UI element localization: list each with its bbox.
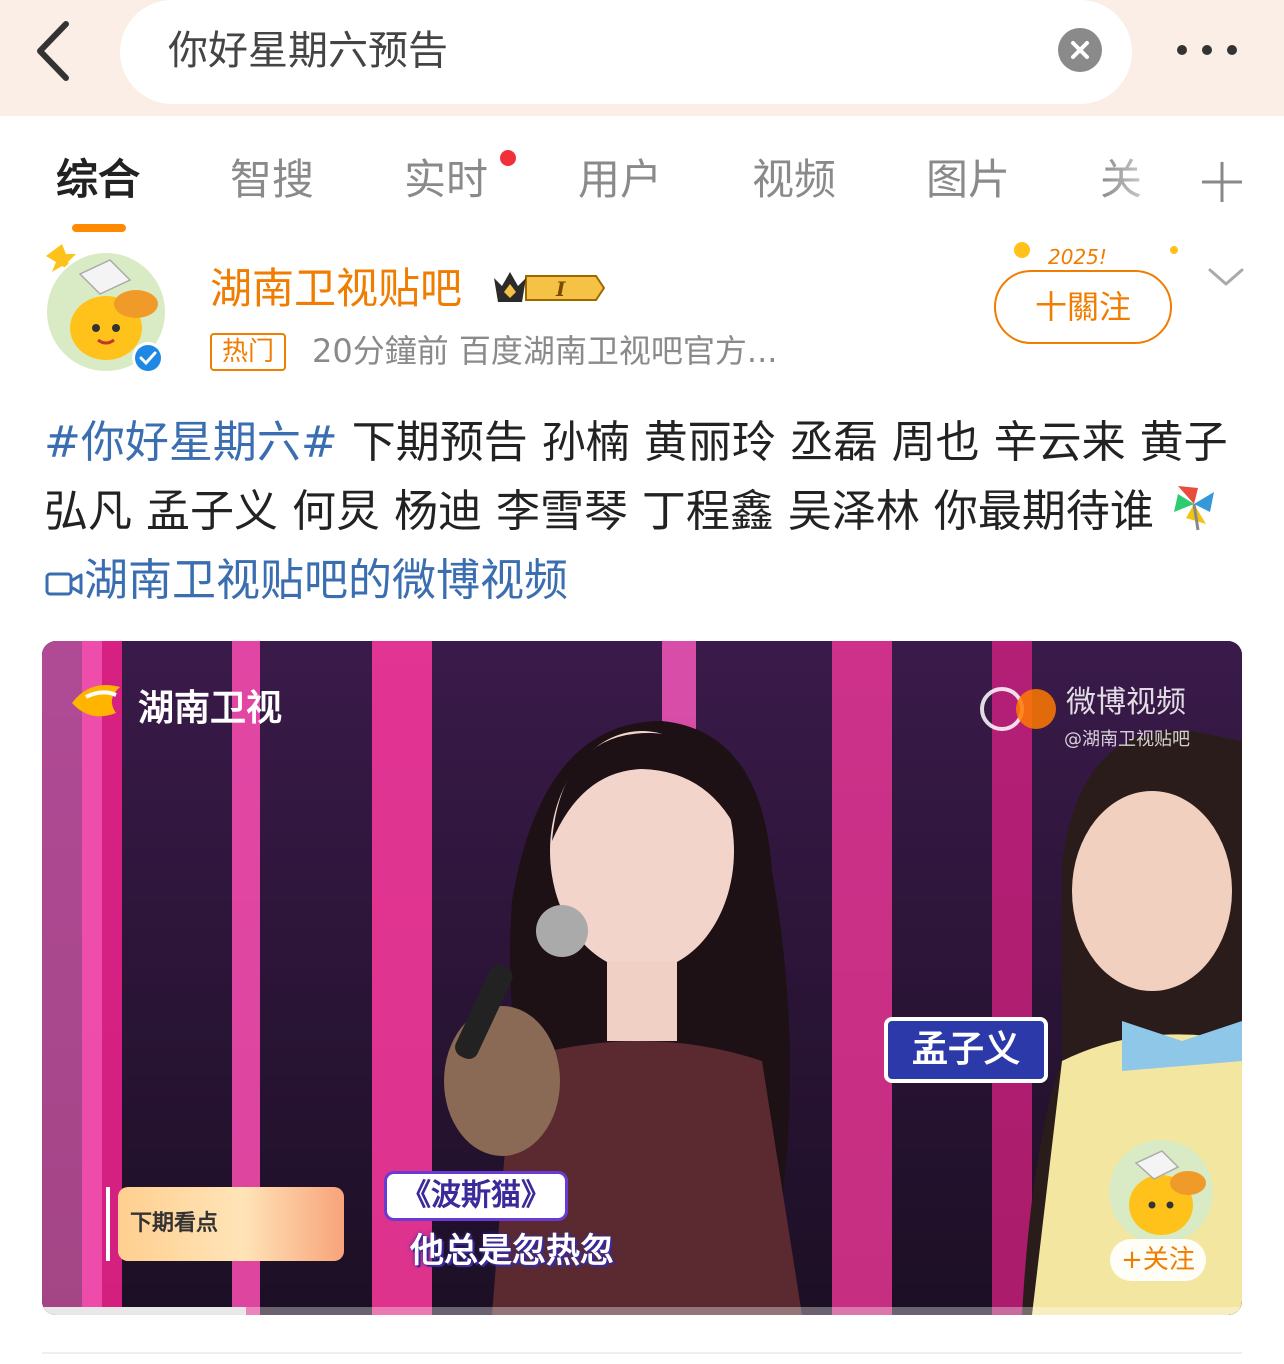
divider <box>42 1352 1242 1354</box>
tab-smart-search[interactable]: 智搜 <box>230 152 314 208</box>
tab-comprehensive[interactable]: 综合 <box>56 152 140 208</box>
tab-users[interactable]: 用户 <box>578 152 662 208</box>
next-highlight-card: 下期看点 <box>118 1187 344 1261</box>
next-highlight-bar <box>106 1187 110 1261</box>
search-query[interactable]: 你好星期六预告 <box>168 26 448 76</box>
post-meta: 20分鐘前 百度湖南卫视吧官方... <box>312 330 777 372</box>
chevron-down-icon[interactable] <box>1206 262 1246 292</box>
subtitle: 他总是忽热忽 <box>410 1231 614 1271</box>
follow-overlay-button[interactable]: +关注 <box>1110 1239 1206 1281</box>
watermark: 微博视频 <box>1066 685 1186 720</box>
video-link[interactable]: 湖南卫视贴吧的微博视频 <box>44 555 568 606</box>
tab-video[interactable]: 视频 <box>752 152 836 208</box>
post-source[interactable]: 百度湖南卫视吧官方... <box>459 332 778 370</box>
channel-logo-text: 湖南卫视 <box>138 688 283 729</box>
avatar[interactable] <box>40 244 170 374</box>
tab-fade <box>1100 130 1200 230</box>
watermark-handle: @湖南卫视贴吧 <box>1064 729 1190 750</box>
crown-badge: I <box>490 266 606 310</box>
hashtag-link[interactable]: #你好星期六# <box>44 417 338 468</box>
tab-realtime[interactable]: 实时 <box>404 152 488 208</box>
follow-button[interactable]: 十關注 <box>994 270 1172 344</box>
name-card: 孟子义 <box>884 1017 1048 1083</box>
video-camera-icon <box>45 572 83 596</box>
search-input[interactable]: 你好星期六预告 <box>120 0 1132 104</box>
clear-icon[interactable] <box>1058 28 1102 72</box>
back-icon[interactable] <box>30 18 80 84</box>
notification-dot <box>500 150 516 166</box>
video-link-text[interactable]: 湖南卫视贴吧的微博视频 <box>84 555 568 606</box>
top-bar: 你好星期六预告 <box>0 0 1284 116</box>
video-progress-fill <box>42 1307 246 1315</box>
mascot-avatar[interactable] <box>1106 1137 1216 1247</box>
tab-images[interactable]: 图片 <box>926 152 1010 208</box>
video-player[interactable]: 湖南卫视 微博视频 @湖南卫视贴吧 孟子义 下期看点 《波斯猫》 他总是忽热忽 … <box>42 641 1242 1315</box>
active-tab-indicator <box>72 224 126 232</box>
pinwheel-icon <box>1173 486 1214 531</box>
video-progress[interactable] <box>42 1307 1242 1315</box>
hot-tag: 热门 <box>210 333 287 371</box>
svg-text:2025!: 2025! <box>1048 245 1107 269</box>
badge-level: I <box>555 277 566 301</box>
tab-bar: 综合 智搜 实时 用户 视频 图片 关 <box>0 130 1284 232</box>
post-time: 20分鐘前 <box>312 332 449 370</box>
plus-icon[interactable] <box>1200 160 1244 204</box>
post-text: #你好星期六# 下期预告 孙楠 黄丽玲 丞磊 周也 辛云来 黄子弘凡 孟子义 何… <box>44 408 1244 615</box>
song-title: 《波斯猫》 <box>384 1171 568 1221</box>
author-name[interactable]: 湖南卫视贴吧 <box>210 262 462 316</box>
more-icon[interactable] <box>1172 38 1242 62</box>
